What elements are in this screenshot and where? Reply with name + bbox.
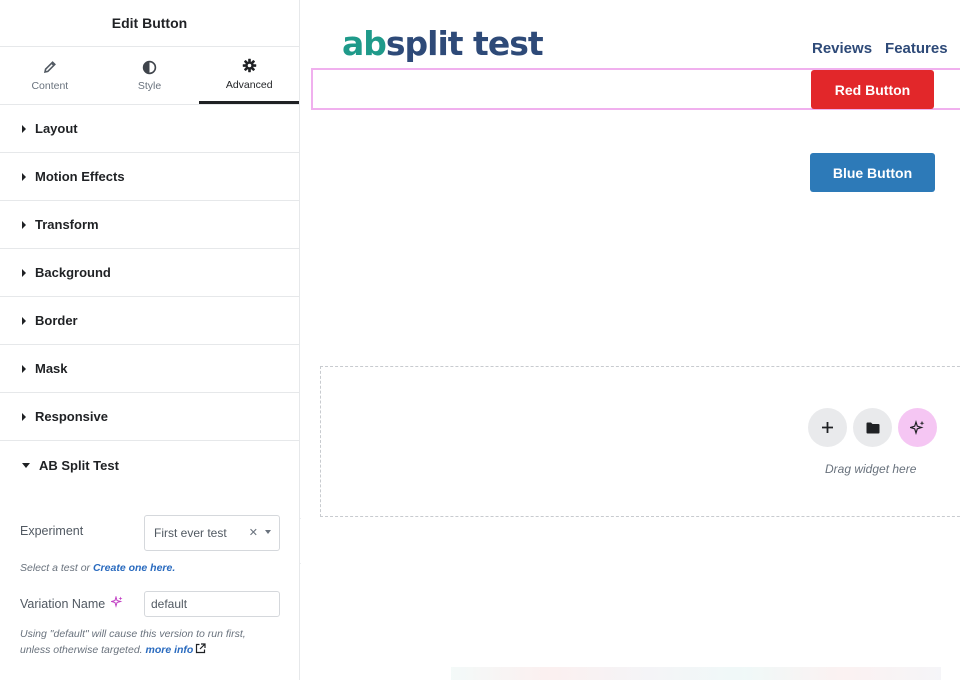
add-template-button[interactable] bbox=[853, 408, 892, 447]
section-layout[interactable]: Layout bbox=[0, 105, 299, 153]
ai-sparkle-icon[interactable] bbox=[109, 595, 123, 611]
panel-tabs: Content Style Advanced bbox=[0, 47, 300, 105]
section-transform[interactable]: Transform bbox=[0, 201, 299, 249]
experiment-help-text: Select a test or bbox=[20, 562, 91, 574]
section-label: Layout bbox=[35, 121, 78, 136]
section-motion-effects[interactable]: Motion Effects bbox=[0, 153, 299, 201]
ai-sparkle-icon bbox=[910, 420, 925, 435]
create-test-link[interactable]: Create one here. bbox=[93, 562, 175, 574]
tab-label: Style bbox=[137, 80, 162, 92]
experiment-selected-value: First ever test bbox=[154, 526, 227, 540]
experiment-help: Select a test or Create one here. bbox=[20, 560, 175, 576]
section-label: Motion Effects bbox=[35, 169, 125, 184]
experiment-select[interactable]: First ever test ✕ bbox=[144, 515, 280, 551]
tab-label: Content bbox=[31, 80, 69, 92]
panel-header: Edit Button bbox=[0, 0, 299, 47]
caret-right-icon bbox=[22, 316, 26, 325]
panel-title: Edit Button bbox=[111, 15, 188, 31]
plus-icon bbox=[822, 422, 833, 433]
section-label: Background bbox=[35, 265, 111, 280]
external-link-icon bbox=[196, 643, 206, 654]
chevron-down-icon bbox=[265, 530, 271, 534]
caret-down-icon bbox=[22, 463, 30, 468]
ai-generate-button[interactable] bbox=[898, 408, 937, 447]
add-section-button[interactable] bbox=[808, 408, 847, 447]
red-button[interactable]: Red Button bbox=[811, 70, 934, 109]
variation-help-line2: unless otherwise targeted. bbox=[20, 644, 143, 656]
drag-widget-hint: Drag widget here bbox=[825, 462, 917, 476]
caret-right-icon bbox=[22, 172, 26, 181]
clear-icon[interactable]: ✕ bbox=[249, 526, 258, 539]
caret-right-icon bbox=[22, 364, 26, 373]
tab-content[interactable]: Content bbox=[0, 47, 100, 104]
pencil-icon bbox=[42, 59, 58, 75]
nav-reviews[interactable]: Reviews bbox=[812, 40, 872, 57]
tab-advanced[interactable]: Advanced bbox=[199, 47, 300, 104]
section-ab-split-test[interactable]: AB Split Test bbox=[0, 441, 299, 489]
section-label: AB Split Test bbox=[39, 457, 119, 473]
more-info-text: more info bbox=[145, 644, 194, 656]
variation-control: Variation Name bbox=[20, 595, 123, 611]
variation-label-text: Variation Name bbox=[20, 596, 106, 611]
site-nav: Reviews Features A bbox=[812, 40, 960, 57]
caret-right-icon bbox=[22, 412, 26, 421]
blue-button[interactable]: Blue Button bbox=[810, 153, 935, 192]
variation-name-input[interactable] bbox=[144, 591, 280, 617]
nav-features[interactable]: Features bbox=[885, 40, 948, 57]
caret-right-icon bbox=[22, 268, 26, 277]
more-info-link[interactable]: more info bbox=[145, 643, 207, 656]
folder-icon bbox=[866, 422, 879, 433]
contrast-icon bbox=[142, 59, 158, 75]
section-responsive[interactable]: Responsive bbox=[0, 393, 299, 441]
caret-right-icon bbox=[22, 124, 26, 133]
tab-style[interactable]: Style bbox=[100, 47, 200, 104]
section-label: Border bbox=[35, 313, 78, 328]
logo-ab: ab bbox=[342, 24, 387, 63]
variation-label: Variation Name bbox=[20, 595, 123, 611]
variation-help-line1: Using "default" will cause this version … bbox=[20, 628, 246, 640]
variation-help-line2-wrap: unless otherwise targeted. more info bbox=[20, 642, 246, 658]
section-label: Mask bbox=[35, 361, 68, 376]
section-mask[interactable]: Mask bbox=[0, 345, 299, 393]
section-label: Responsive bbox=[35, 409, 108, 424]
site-logo[interactable]: absplit test bbox=[342, 24, 544, 63]
variation-help: Using "default" will cause this version … bbox=[20, 626, 246, 658]
tab-label: Advanced bbox=[225, 78, 273, 91]
editor-panel: Edit Button Content Style Advanced Layou… bbox=[0, 0, 300, 680]
experiment-control: Experiment bbox=[20, 524, 83, 538]
gear-icon bbox=[241, 58, 257, 74]
preview-canvas: absplit test Reviews Features A Red Butt… bbox=[301, 0, 960, 680]
section-border[interactable]: Border bbox=[0, 297, 299, 345]
section-background[interactable]: Background bbox=[0, 249, 299, 297]
section-label: Transform bbox=[35, 217, 99, 232]
experiment-label: Experiment bbox=[20, 524, 84, 538]
caret-right-icon bbox=[22, 220, 26, 229]
footer-decoration bbox=[451, 667, 941, 680]
logo-text: split test bbox=[385, 24, 544, 63]
